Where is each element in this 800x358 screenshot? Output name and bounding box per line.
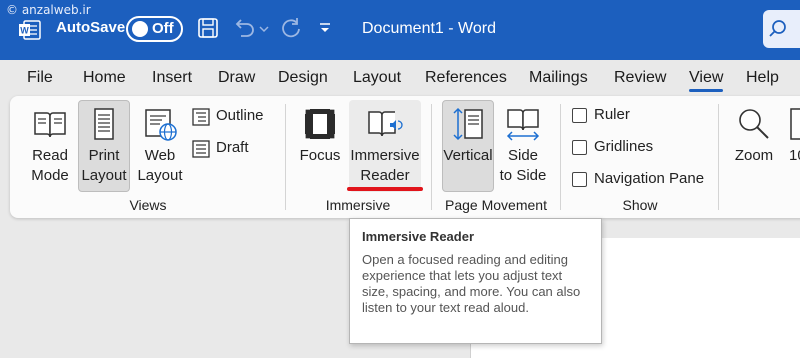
group-separator (431, 104, 432, 210)
autosave-toggle[interactable]: Off (126, 16, 183, 42)
vertical-scroll-icon (453, 107, 483, 141)
immersive-reader-label-1: Immersive (350, 147, 420, 164)
ribbon: Read Mode Print Layout Web Layout Outlin… (10, 96, 800, 218)
redo-icon[interactable] (279, 16, 303, 40)
tab-view[interactable]: View (689, 69, 723, 87)
outline-label: Outline (216, 107, 264, 124)
search-box[interactable] (763, 10, 800, 48)
tab-draw[interactable]: Draw (218, 69, 255, 87)
search-icon (769, 20, 786, 37)
magnifier-icon (739, 109, 769, 139)
print-layout-button[interactable]: Print Layout (78, 106, 130, 186)
show-group-label: Show (622, 197, 658, 213)
read-mode-label-1: Read (32, 147, 68, 164)
tab-home[interactable]: Home (83, 69, 126, 87)
watermark: © anzalweb.ir (6, 3, 91, 17)
navigation-pane-checkbox[interactable] (572, 172, 587, 187)
zoom-label: Zoom (734, 147, 774, 164)
side-to-side-icon (506, 109, 540, 141)
svg-text:W: W (20, 26, 29, 36)
book-open-icon (34, 112, 66, 138)
highlight-underline (347, 187, 423, 191)
group-separator (560, 104, 561, 210)
zoom-100-label-partial: 10 (789, 147, 800, 164)
tooltip-title: Immersive Reader (362, 229, 475, 244)
immersive-reader-label-2: Reader (360, 167, 410, 184)
page-movement-group-label: Page Movement (445, 197, 547, 213)
vertical-label: Vertical (443, 147, 493, 164)
gridlines-checkbox[interactable] (572, 140, 587, 155)
tab-layout[interactable]: Layout (353, 69, 401, 87)
immersive-group-label: Immersive (325, 197, 391, 213)
save-icon[interactable] (196, 16, 220, 40)
immersive-reader-button[interactable]: Immersive Reader (349, 106, 421, 186)
side-to-side-button[interactable]: Side to Side (497, 106, 549, 186)
outline-button[interactable]: Outline (192, 107, 272, 127)
customize-toolbar-icon[interactable] (318, 16, 332, 40)
tooltip-body: Open a focused reading and editing exper… (362, 252, 581, 315)
print-layout-label-1: Print (88, 147, 120, 164)
side-to-side-label-2: to Side (499, 167, 547, 184)
web-layout-label-2: Layout (137, 167, 183, 184)
tab-references[interactable]: References (425, 69, 507, 87)
document-title: Document1 - Word (362, 20, 496, 37)
zoom-button[interactable]: Zoom (728, 106, 780, 166)
zoom-100-icon (790, 108, 800, 140)
tab-file[interactable]: File (27, 69, 53, 87)
web-layout-label-1: Web (144, 147, 176, 164)
views-group-label: Views (129, 197, 167, 213)
autosave-label: AutoSave (56, 19, 126, 36)
vertical-button[interactable]: Vertical (440, 106, 496, 166)
title-bar: © anzalweb.ir W AutoSave Off Document1 -… (0, 0, 800, 60)
read-mode-label-2: Mode (31, 167, 69, 184)
tab-help[interactable]: Help (746, 69, 779, 87)
web-layout-icon (145, 109, 177, 141)
autosave-state: Off (152, 20, 174, 37)
zoom-100-button[interactable]: 10 (789, 106, 800, 166)
word-logo-icon[interactable]: W (19, 20, 41, 40)
draft-label: Draft (216, 139, 249, 156)
outline-icon (192, 108, 210, 126)
ruler-checkbox[interactable] (572, 108, 587, 123)
tab-review[interactable]: Review (614, 69, 666, 87)
menu-bar: File Home Insert Draw Design Layout Refe… (0, 60, 800, 94)
gridlines-label: Gridlines (594, 138, 654, 155)
read-mode-button[interactable]: Read Mode (24, 106, 76, 186)
toggle-knob (132, 21, 148, 37)
undo-dropdown-icon[interactable] (258, 16, 270, 40)
undo-icon[interactable] (232, 16, 258, 40)
focus-button[interactable]: Focus (297, 106, 343, 166)
tab-mailings[interactable]: Mailings (529, 69, 588, 87)
draft-icon (192, 140, 210, 158)
print-layout-label-2: Layout (81, 167, 127, 184)
immersive-reader-tooltip: Immersive Reader Open a focused reading … (349, 218, 602, 344)
immersive-reader-icon (368, 111, 403, 137)
active-tab-indicator (689, 89, 723, 92)
ruler-label: Ruler (594, 106, 630, 123)
draft-button[interactable]: Draft (192, 139, 272, 159)
focus-label: Focus (299, 147, 341, 164)
side-to-side-label-1: Side (507, 147, 539, 164)
group-separator (718, 104, 719, 210)
tab-insert[interactable]: Insert (152, 69, 192, 87)
navigation-pane-label: Navigation Pane (594, 170, 705, 187)
web-layout-button[interactable]: Web Layout (134, 106, 186, 186)
group-separator (285, 104, 286, 210)
focus-icon (304, 108, 336, 140)
tab-design[interactable]: Design (278, 69, 328, 87)
print-layout-icon (94, 108, 114, 140)
